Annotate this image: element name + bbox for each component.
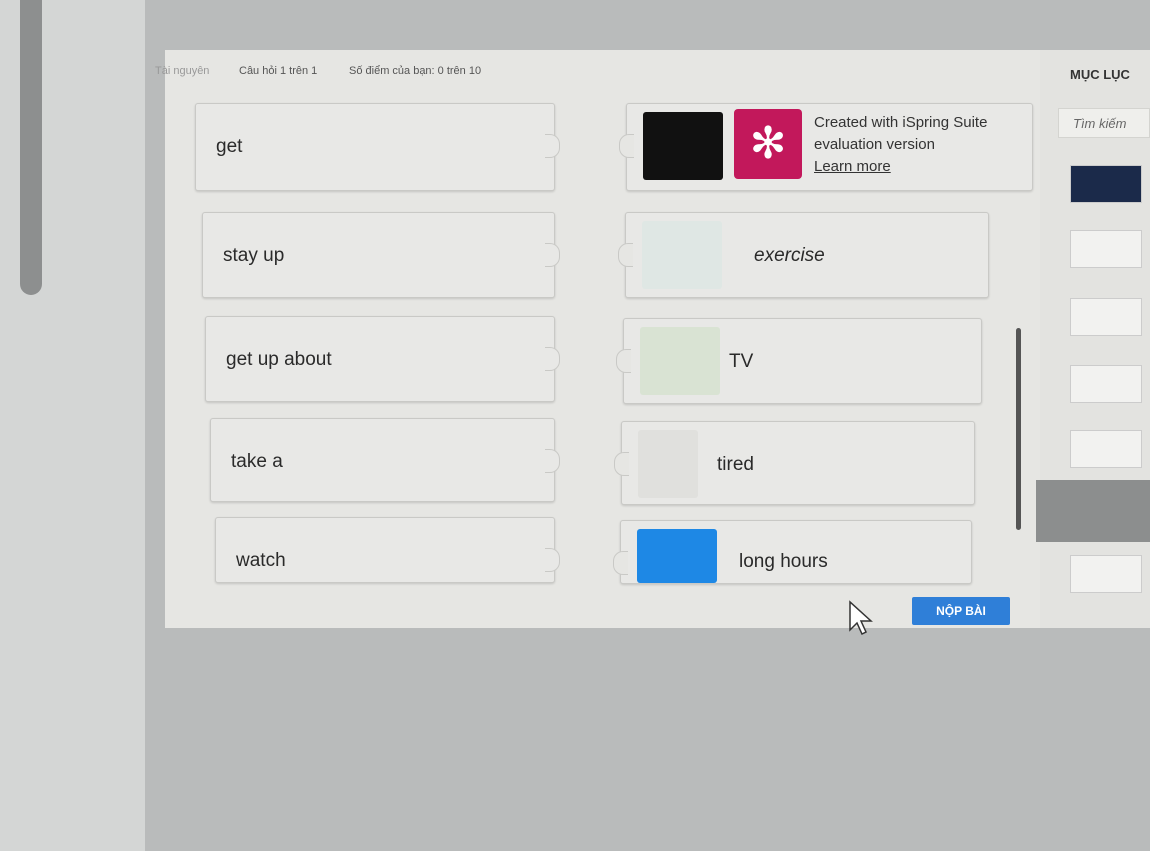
banner-text: evaluation version xyxy=(814,136,935,153)
piece-label: TV xyxy=(729,351,754,372)
piece-label: exercise xyxy=(754,245,825,266)
slide-thumb-active[interactable] xyxy=(1036,480,1150,542)
clocks-image xyxy=(637,529,717,583)
banner-text: Created with iSpring Suite xyxy=(814,114,988,131)
slide-thumb[interactable] xyxy=(1070,298,1142,336)
slide-thumb[interactable] xyxy=(1070,430,1142,468)
submit-button[interactable]: NỘP BÀI xyxy=(912,597,1010,625)
ispring-logo-icon: ✻ xyxy=(734,109,802,179)
slide-thumb[interactable] xyxy=(1070,230,1142,268)
right-piece[interactable]: long hours xyxy=(613,520,972,584)
left-piece[interactable]: get xyxy=(195,103,560,191)
scrollbar[interactable] xyxy=(1016,328,1021,530)
right-piece[interactable]: tired xyxy=(614,421,975,505)
left-piece[interactable]: take a xyxy=(210,418,560,502)
search-input[interactable]: Tìm kiếm xyxy=(1058,108,1150,138)
sidebar-title: MỤC LỤC xyxy=(1070,67,1130,82)
piece-label: stay up xyxy=(223,245,285,266)
piece-label: get up about xyxy=(226,349,332,370)
piece-label: watch xyxy=(236,550,286,571)
exercise-image xyxy=(642,221,722,289)
score-display: Số điểm của bạn: 0 trên 10 xyxy=(349,65,482,77)
piece-label: long hours xyxy=(739,551,828,572)
clock-image xyxy=(643,112,723,180)
tv-image xyxy=(640,327,720,395)
scroll-handle xyxy=(20,0,42,295)
piece-label: tired xyxy=(717,454,754,475)
question-counter: Câu hỏi 1 trên 1 xyxy=(239,65,318,77)
left-piece[interactable]: stay up xyxy=(202,212,560,298)
slide-thumb[interactable] xyxy=(1070,555,1142,593)
right-piece[interactable]: exercise xyxy=(618,212,989,298)
slide-thumb[interactable] xyxy=(1070,165,1142,203)
learn-more-link[interactable]: Learn more xyxy=(814,158,891,175)
left-piece[interactable]: get up about xyxy=(205,316,560,402)
tired-image xyxy=(638,430,698,498)
piece-label: take a xyxy=(231,451,283,472)
screen-bezel xyxy=(0,0,145,851)
left-piece[interactable]: watch xyxy=(215,517,560,583)
ispring-banner: ✻ Created with iSpring Suite evaluation … xyxy=(730,107,1030,185)
cursor-icon xyxy=(849,600,873,636)
slide-thumb[interactable] xyxy=(1070,365,1142,403)
top-bar: Tài nguyên Câu hỏi 1 trên 1 Số điểm của … xyxy=(155,50,1040,90)
piece-label: get xyxy=(216,136,243,157)
resources-tab[interactable]: Tài nguyên xyxy=(155,65,209,77)
right-piece[interactable]: TV xyxy=(616,318,982,404)
